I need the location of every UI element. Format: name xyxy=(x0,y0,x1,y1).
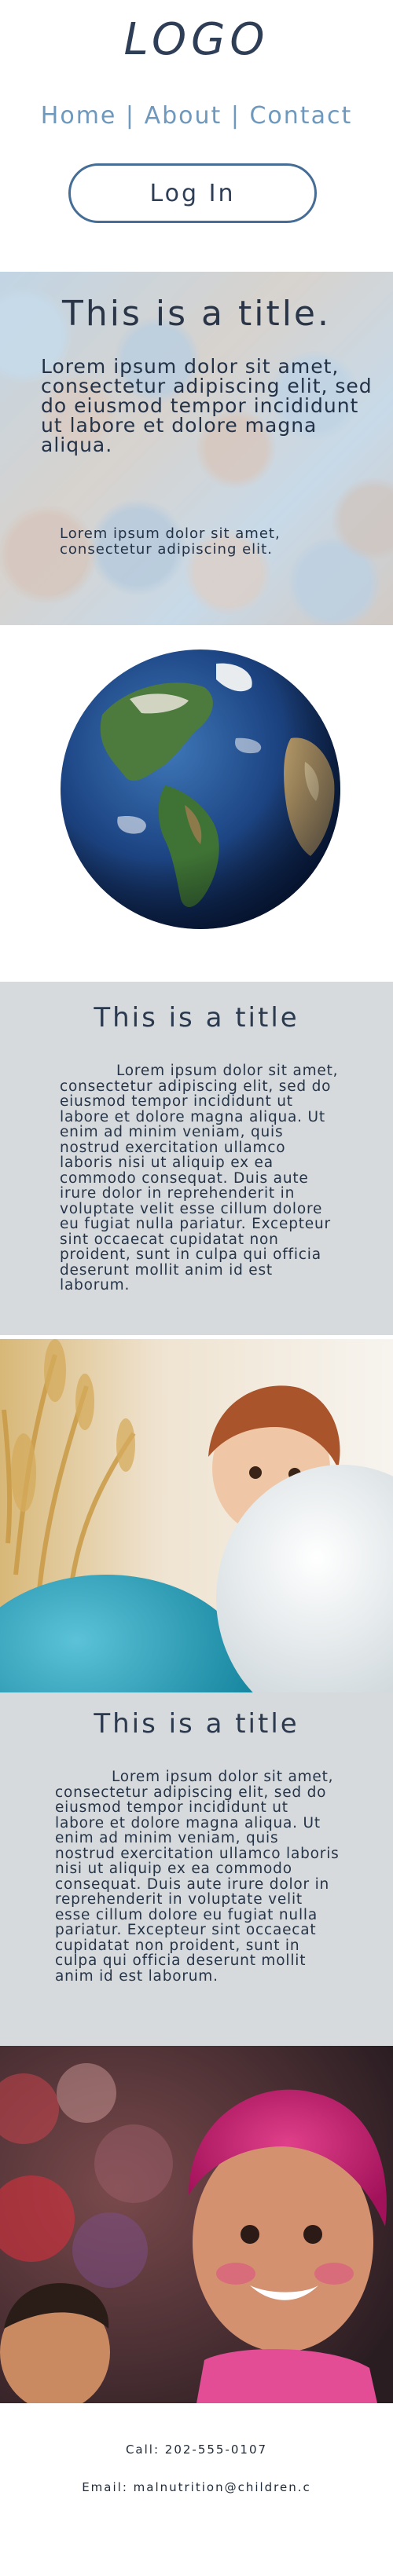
section-2-title: This is a title xyxy=(94,1708,299,1740)
hero-title: This is a title. xyxy=(62,294,331,334)
earth-globe-icon xyxy=(55,644,346,935)
login-button[interactable]: Log In xyxy=(68,163,317,223)
nav-contact-link[interactable]: Contact xyxy=(249,102,352,130)
nav-home-link[interactable]: Home xyxy=(41,102,117,130)
text-section-1: This is a title Lorem ipsum dolor sit am… xyxy=(0,982,393,1335)
hero-banner: This is a title. Lorem ipsum dolor sit a… xyxy=(0,272,393,625)
hero-small-text: Lorem ipsum dolor sit amet, consectetur … xyxy=(60,525,281,558)
child-with-balloons-photo xyxy=(0,1339,393,1692)
nav-separator: | xyxy=(230,102,241,130)
logo[interactable]: LOGO xyxy=(0,14,393,65)
nav-about-link[interactable]: About xyxy=(145,102,222,130)
child-with-holi-colors-photo xyxy=(0,2046,393,2403)
footer-phone[interactable]: Call: 202-555-0107 xyxy=(0,2442,393,2457)
section-1-body: Lorem ipsum dolor sit amet, consectetur … xyxy=(60,1063,339,1293)
section-1-title: This is a title xyxy=(94,1002,299,1034)
text-section-2: This is a title Lorem ipsum dolor sit am… xyxy=(0,1692,393,2046)
section-2-body: Lorem ipsum dolor sit amet, consectetur … xyxy=(55,1769,340,1985)
main-nav: Home | About | Contact xyxy=(0,102,393,130)
footer-email[interactable]: Email: malnutrition@children.c xyxy=(0,2480,393,2494)
nav-separator: | xyxy=(125,102,136,130)
login-button-label: Log In xyxy=(149,179,236,207)
hero-text: Lorem ipsum dolor sit amet, consectetur … xyxy=(41,355,373,456)
